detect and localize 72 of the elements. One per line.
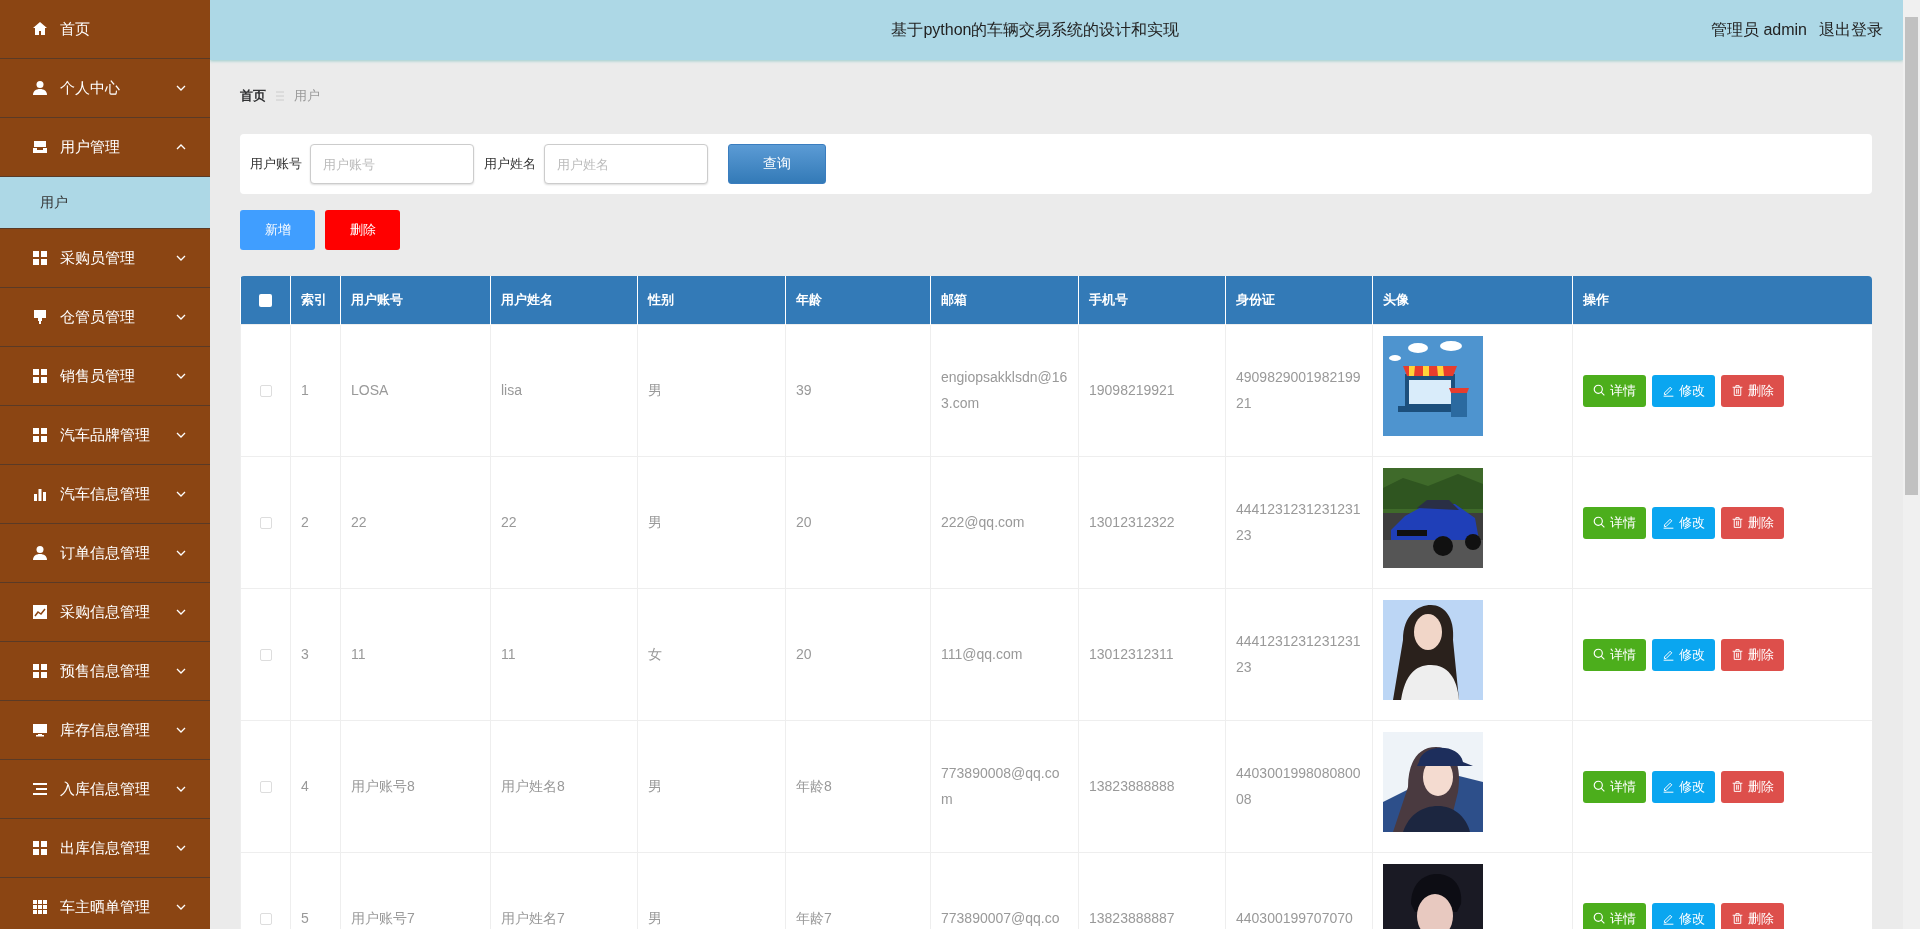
column-header: 操作 <box>1572 276 1872 325</box>
sidebar-item[interactable]: 汽车信息管理 <box>0 465 210 524</box>
table-cell: 4 <box>290 720 341 853</box>
table-cell: 39 <box>785 324 931 457</box>
breadcrumb-item[interactable]: 首页 <box>240 87 266 105</box>
sidebar-item[interactable]: 订单信息管理 <box>0 524 210 583</box>
table-cell: 111@qq.com <box>930 588 1079 721</box>
column-header: 身份证 <box>1225 276 1373 325</box>
sidebar-item[interactable]: 采购信息管理 <box>0 583 210 642</box>
user-label: 管理员 admin <box>1710 19 1807 40</box>
table-cell: 222@qq.com <box>930 456 1079 589</box>
sidebar-item[interactable]: 个人中心 <box>0 59 210 118</box>
table-cell: 男 <box>637 456 786 589</box>
delete-button[interactable]: 删除 <box>1721 638 1784 671</box>
table-cell: 男 <box>637 324 786 457</box>
table-cell: 773890008@qq.com <box>930 720 1079 853</box>
table-cell: 1 <box>290 324 341 457</box>
table-cell: 444123123123123123 <box>1225 588 1373 721</box>
table-cell: 2 <box>290 456 341 589</box>
table-cell: 13012312311 <box>1078 588 1226 721</box>
table-cell: 20 <box>785 456 931 589</box>
column-header: 年龄 <box>785 276 931 325</box>
table-cell: lisa <box>490 324 638 457</box>
sidebar-item[interactable]: 汽车品牌管理 <box>0 406 210 465</box>
sidebar-item[interactable]: 销售员管理 <box>0 347 210 406</box>
sidebar-item[interactable]: 库存信息管理 <box>0 701 210 760</box>
table-cell: 22 <box>490 456 638 589</box>
field-label: 用户账号 <box>250 155 302 173</box>
table-cell: 13823888888 <box>1078 720 1226 853</box>
table-cell: 13012312322 <box>1078 456 1226 589</box>
sidebar-item[interactable]: 出库信息管理 <box>0 819 210 878</box>
sidebar-item[interactable]: 车主晒单管理 <box>0 878 210 929</box>
table-cell: 女 <box>637 588 786 721</box>
breadcrumb-item: 用户 <box>294 87 320 105</box>
table-cell: 年龄8 <box>785 720 931 853</box>
logout-link[interactable]: 退出登录 <box>1819 19 1883 41</box>
column-header: 邮箱 <box>930 276 1079 325</box>
table-cell: 22 <box>340 456 491 589</box>
table-cell: 11 <box>490 588 638 721</box>
table-cell: 20 <box>785 588 931 721</box>
sidebar-subitem[interactable]: 用户 <box>0 177 210 229</box>
table-cell: 用户账号8 <box>340 720 491 853</box>
table-cell: LOSA <box>340 324 491 457</box>
sidebar-item[interactable]: 预售信息管理 <box>0 642 210 701</box>
table-cell: 440300199808080008 <box>1225 720 1373 853</box>
delete-button[interactable]: 删除 <box>1721 902 1784 929</box>
field-label: 用户姓名 <box>484 155 536 173</box>
column-header: 用户账号 <box>340 276 491 325</box>
app-title: 基于python的车辆交易系统的设计和实现 <box>890 19 1181 40</box>
table-cell: 490982900198219921 <box>1225 324 1373 457</box>
sidebar-item[interactable]: 采购员管理 <box>0 229 210 288</box>
table-cell: 444123123123123123 <box>1225 456 1373 589</box>
sidebar-item[interactable]: 仓管员管理 <box>0 288 210 347</box>
column-header: 头像 <box>1372 276 1573 325</box>
table-cell: 19098219921 <box>1078 324 1226 457</box>
delete-button[interactable]: 删除 <box>1721 374 1784 407</box>
delete-button[interactable]: 删除 <box>1721 770 1784 803</box>
table-cell: 男 <box>637 720 786 853</box>
table-cell: 用户姓名8 <box>490 720 638 853</box>
sidebar-item[interactable]: 入库信息管理 <box>0 760 210 819</box>
table-cell: 11 <box>340 588 491 721</box>
table-cell: 3 <box>290 588 341 721</box>
query-button[interactable]: 查询 <box>728 144 826 184</box>
column-header: 手机号 <box>1078 276 1226 325</box>
column-header: 索引 <box>290 276 341 325</box>
search-field[interactable]: 用户账号 <box>310 144 474 184</box>
table-cell: engiopsakklsdn@163.com <box>930 324 1079 457</box>
column-header: 性别 <box>637 276 786 325</box>
delete-button[interactable]: 删除 <box>1721 506 1784 539</box>
column-header: 用户姓名 <box>490 276 638 325</box>
search-field[interactable]: 用户姓名 <box>544 144 708 184</box>
delete-button[interactable]: 删除 <box>325 210 400 250</box>
